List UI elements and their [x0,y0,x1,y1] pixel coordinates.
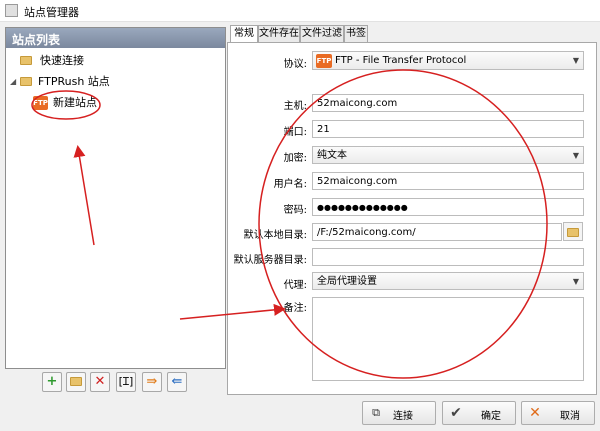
ftp-protocol-icon: FTP [316,54,332,68]
proxy-label: 代理: [283,280,307,291]
protocol-select[interactable]: FTP FTP - File Transfer Protocol ▼ [312,51,584,70]
encryption-value: 纯文本 [317,150,347,161]
proxy-value: 全局代理设置 [317,276,377,287]
tree-item-label: 新建站点 [53,96,97,109]
export-button[interactable]: ⇚ [167,372,187,392]
remote-dir-label: 默认服务器目录: [233,255,307,266]
cancel-button-label: 取消 [560,411,580,422]
chevron-down-icon: ▼ [572,277,579,286]
ok-button[interactable]: ✔ 确定 [442,401,516,425]
remote-dir-input[interactable] [312,248,584,266]
cancel-x-icon: ✕ [529,405,541,421]
delete-button[interactable]: ✕ [90,372,110,392]
import-icon: ⇛ [146,374,158,389]
folder-icon [20,56,32,65]
rename-icon: [Ɪ] [118,375,134,388]
rename-button[interactable]: [Ɪ] [116,372,136,392]
title-bar: 站点管理器 [0,0,600,22]
username-input[interactable]: 52maicong.com [312,172,584,190]
port-label: 端口: [283,127,307,138]
tree-item-label: 快速连接 [40,54,84,67]
protocol-value: FTP - File Transfer Protocol [335,55,467,66]
encryption-label: 加密: [283,153,307,164]
username-label: 用户名: [273,179,307,190]
ftp-site-icon: FTP [33,96,48,110]
port-input[interactable]: 21 [312,120,584,138]
add-folder-button[interactable] [66,372,86,392]
cancel-button[interactable]: ✕ 取消 [521,401,595,425]
checkmark-icon: ✔ [450,405,462,421]
ok-button-label: 确定 [481,411,501,422]
connect-button-label: 连接 [393,411,413,422]
protocol-label: 协议: [283,59,307,70]
window-title: 站点管理器 [24,6,79,19]
site-list-panel: 站点列表 快速连接 ◢ FTPRush 站点 FTP 新建站点 [5,27,226,369]
chevron-down-icon: ▼ [572,151,579,160]
folder-icon [567,228,579,237]
notes-label: 备注: [283,303,307,314]
delete-icon: ✕ [94,374,106,389]
tree-item-label: FTPRush 站点 [38,75,110,88]
local-dir-label: 默认本地目录: [243,230,307,241]
network-icon: ⧉ [372,406,380,419]
tab-file-exists[interactable]: 文件存在 [258,25,300,42]
add-icon: + [46,374,58,389]
host-input[interactable]: 52maicong.com [312,94,584,112]
expand-triangle-icon[interactable]: ◢ [10,73,16,91]
connect-button[interactable]: ⧉ 连接 [362,401,436,425]
browse-folder-button[interactable] [563,222,583,241]
encryption-select[interactable]: 纯文本 ▼ [312,146,584,164]
folder-icon [70,377,82,386]
site-list-header: 站点列表 [6,28,225,48]
chevron-down-icon: ▼ [572,56,579,65]
host-label: 主机: [283,101,307,112]
app-icon [5,4,18,17]
tab-file-filter[interactable]: 文件过滤 [300,25,344,42]
folder-icon [20,77,32,86]
notes-textarea[interactable] [312,297,584,381]
add-site-button[interactable]: + [42,372,62,392]
tab-bookmarks[interactable]: 书签 [344,25,368,42]
password-input[interactable]: ●●●●●●●●●●●●● [312,198,584,216]
proxy-select[interactable]: 全局代理设置 ▼ [312,272,584,290]
import-button[interactable]: ⇛ [142,372,162,392]
password-label: 密码: [283,205,307,216]
local-dir-input[interactable]: /F:/52maicong.com/ [312,223,562,241]
export-icon: ⇚ [171,374,183,389]
tab-general[interactable]: 常规 [230,25,258,43]
